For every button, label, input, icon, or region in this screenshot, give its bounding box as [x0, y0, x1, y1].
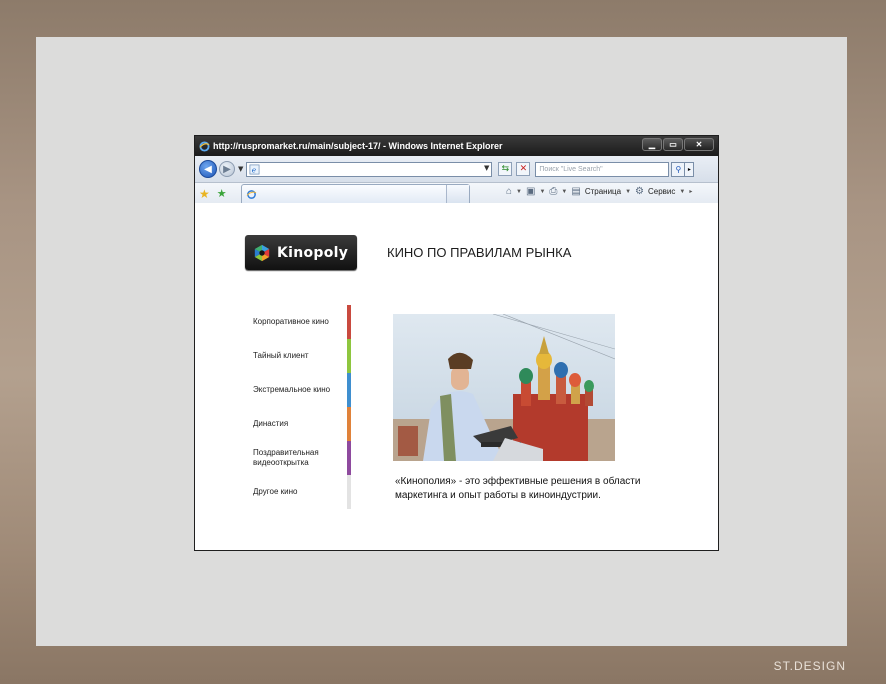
search-dropdown-icon[interactable]: ▸ [685, 161, 695, 177]
menu-item-label: Корпоративное кино [253, 317, 329, 326]
more-chevron-icon[interactable]: ▸ [689, 188, 692, 195]
page-menu-icon: ▤ [571, 186, 581, 197]
logo-text: Kinopoly [277, 244, 349, 261]
new-tab-button[interactable] [446, 185, 469, 204]
minimize-button[interactable]: ▁ [642, 138, 662, 151]
tab-page-icon [246, 190, 257, 199]
page-content: Kinopoly КИНО ПО ПРАВИЛАМ РЫНКА Корпорат… [195, 203, 718, 551]
menu-item-extreme[interactable]: Экстремальное кино [253, 373, 351, 407]
home-dropdown-icon[interactable]: ▼ [516, 189, 522, 195]
menu-color-bar [347, 339, 351, 373]
menu-item-label: Экстремальное кино [253, 385, 331, 394]
menu-color-bar [347, 407, 351, 441]
search-icon[interactable]: ⚲ [671, 161, 686, 177]
logo-mark-icon [254, 244, 270, 261]
print-dropdown-icon[interactable]: ▼ [561, 189, 567, 195]
home-icon[interactable]: ⌂ [506, 186, 512, 197]
page-icon: e [249, 164, 260, 174]
stop-button[interactable]: ✕ [516, 162, 531, 176]
browser-tab[interactable] [241, 184, 470, 204]
menu-item-label: Другое кино [253, 487, 298, 496]
site-menu: Корпоративное кино Тайный клиент Экстрем… [253, 305, 351, 513]
menu-color-bar [347, 441, 351, 475]
footer-divider [405, 550, 695, 551]
title-bar: http://ruspromarket.ru/main/subject-17/ … [195, 136, 718, 156]
svg-text:e: e [252, 165, 256, 174]
window-title: http://ruspromarket.ru/main/subject-17/ … [213, 141, 503, 151]
history-dropdown-icon[interactable]: ▼ [238, 165, 243, 173]
add-favorite-icon[interactable]: ★ [217, 187, 227, 200]
menu-item-other[interactable]: Другое кино [253, 475, 351, 509]
menu-color-bar [347, 475, 351, 509]
feeds-icon[interactable]: ▣ [526, 186, 535, 197]
command-bar: ⌂ ▼ ▣ ▼ ⎙ ▼ ▤ Страница ▼ ⚙ Сервис ▼ ▸ [506, 186, 692, 197]
hero-photo [393, 314, 615, 461]
menu-item-label: Династия [253, 419, 289, 428]
address-dropdown-icon[interactable]: ▼ [484, 164, 489, 172]
menu-item-label: Поздравительная видеооткрытка [253, 448, 319, 467]
back-button[interactable]: ◀ [199, 160, 217, 178]
menu-item-greeting-card[interactable]: Поздравительная видеооткрытка [253, 441, 351, 475]
menu-item-dynasty[interactable]: Династия [253, 407, 351, 441]
site-description: «Кинополия» - это эффективные решения в … [395, 476, 641, 501]
menu-item-corporate[interactable]: Корпоративное кино [253, 305, 351, 339]
site-logo[interactable]: Kinopoly [245, 235, 357, 270]
page-dropdown-icon[interactable]: ▼ [625, 189, 631, 195]
menu-color-bar [347, 373, 351, 407]
print-icon[interactable]: ⎙ [549, 186, 557, 197]
menu-color-bar [347, 305, 351, 339]
site-tagline: КИНО ПО ПРАВИЛАМ РЫНКА [387, 245, 572, 260]
ie-icon [199, 140, 210, 152]
favorites-star-icon[interactable]: ★ [199, 187, 210, 201]
refresh-button[interactable]: ⇆ [498, 162, 513, 176]
tools-dropdown-icon[interactable]: ▼ [679, 189, 685, 195]
menu-item-secret-client[interactable]: Тайный клиент [253, 339, 351, 373]
maximize-button[interactable]: ▭ [663, 138, 683, 151]
browser-window: http://ruspromarket.ru/main/subject-17/ … [194, 135, 719, 551]
close-button[interactable]: ✕ [684, 138, 714, 151]
navigation-bar: ◀ ▶ ▼ e ▼ ⇆ ✕ Поиск "Live Search" ⚲ ▸ [195, 156, 718, 183]
favorites-bar: ★ ★ ⌂ ▼ ▣ ▼ ⎙ ▼ ▤ Страница ▼ ⚙ Сервис ▼ … [195, 183, 718, 205]
window-controls: ▁ ▭ ✕ [642, 138, 714, 151]
tools-menu-button[interactable]: Сервис [648, 187, 675, 196]
address-bar[interactable]: e ▼ [246, 161, 493, 177]
menu-item-label: Тайный клиент [253, 351, 309, 360]
feeds-dropdown-icon[interactable]: ▼ [539, 189, 545, 195]
brand-label: ST.DESIGN [773, 659, 846, 673]
search-input[interactable]: Поиск "Live Search" [535, 161, 670, 177]
page-menu-button[interactable]: Страница [585, 187, 621, 196]
forward-button[interactable]: ▶ [219, 161, 235, 177]
gear-icon: ⚙ [635, 186, 644, 197]
